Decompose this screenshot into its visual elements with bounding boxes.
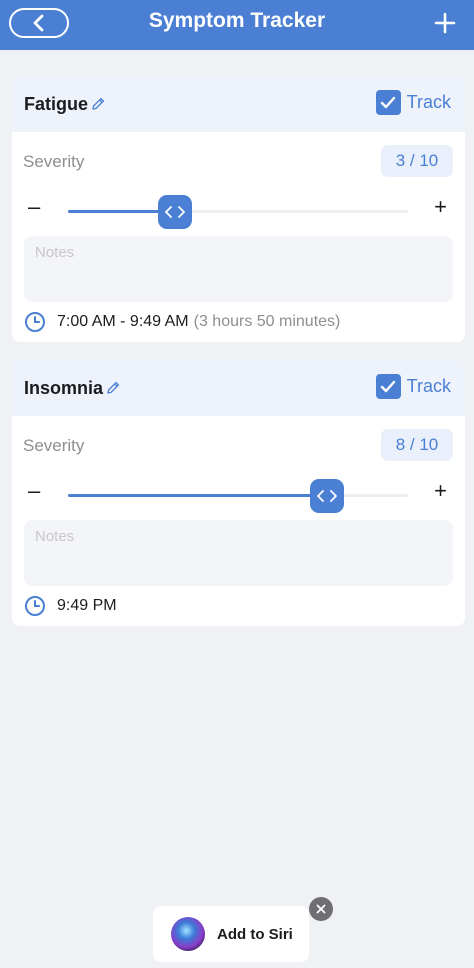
pencil-icon[interactable] <box>90 96 106 112</box>
page-title: Symptom Tracker <box>148 9 326 32</box>
close-icon <box>316 904 326 914</box>
add-symptom-button[interactable] <box>430 6 460 40</box>
clock-icon <box>25 596 45 616</box>
plus-icon <box>434 12 456 34</box>
clock-icon <box>25 312 45 332</box>
severity-label: Severity <box>23 436 85 455</box>
nav-header: Symptom Tracker <box>0 0 474 50</box>
time-row[interactable]: 7:00 AM - 9:49 AM (3 hours 50 minutes) <box>12 302 465 342</box>
slider-thumb[interactable] <box>310 479 345 513</box>
slider-thumb[interactable] <box>158 195 193 229</box>
increase-button[interactable]: + <box>434 194 447 220</box>
decrease-button[interactable]: – <box>28 478 40 504</box>
drag-handle-icon <box>317 490 338 502</box>
checkbox-checked-icon[interactable] <box>375 374 401 399</box>
track-toggle[interactable]: Track <box>375 90 451 115</box>
add-to-siri-button[interactable]: Add to Siri <box>153 906 309 962</box>
severity-value: 3 / 10 <box>381 145 453 177</box>
symptom-card-insomnia: Insomnia Track Severity 8 / 10 – + Notes… <box>12 360 465 626</box>
severity-row: Severity 8 / 10 <box>12 416 465 474</box>
time-range: 9:49 PM <box>57 597 117 614</box>
pencil-icon[interactable] <box>105 380 121 396</box>
siri-label: Add to Siri <box>217 925 293 943</box>
close-siri-button[interactable] <box>309 897 333 921</box>
severity-row: Severity 3 / 10 <box>12 132 465 190</box>
severity-slider[interactable] <box>68 195 408 229</box>
back-button[interactable] <box>9 8 69 38</box>
drag-handle-icon <box>165 206 186 218</box>
slider-fill <box>68 494 328 497</box>
severity-slider-row: – + <box>12 190 465 236</box>
symptom-card-header: Insomnia Track <box>12 360 465 416</box>
severity-value: 8 / 10 <box>381 429 453 461</box>
siri-icon <box>171 917 205 951</box>
notes-field[interactable]: Notes <box>24 520 453 586</box>
severity-slider[interactable] <box>68 479 408 513</box>
chevron-left-icon <box>33 14 44 32</box>
symptom-card-fatigue: Fatigue Track Severity 3 / 10 – + Notes … <box>12 76 465 342</box>
symptom-name[interactable]: Insomnia <box>24 378 103 399</box>
track-toggle[interactable]: Track <box>375 374 451 399</box>
notes-field[interactable]: Notes <box>24 236 453 302</box>
time-range: 7:00 AM - 9:49 AM <box>57 313 189 330</box>
increase-button[interactable]: + <box>434 478 447 504</box>
track-label: Track <box>406 92 451 112</box>
time-row[interactable]: 9:49 PM <box>12 586 465 626</box>
decrease-button[interactable]: – <box>28 194 40 220</box>
symptom-card-header: Fatigue Track <box>12 76 465 132</box>
checkbox-checked-icon[interactable] <box>375 90 401 115</box>
duration-text: (3 hours 50 minutes) <box>193 313 341 330</box>
severity-slider-row: – + <box>12 474 465 520</box>
track-label: Track <box>406 376 451 396</box>
symptom-name[interactable]: Fatigue <box>24 94 88 115</box>
severity-label: Severity <box>23 152 85 171</box>
